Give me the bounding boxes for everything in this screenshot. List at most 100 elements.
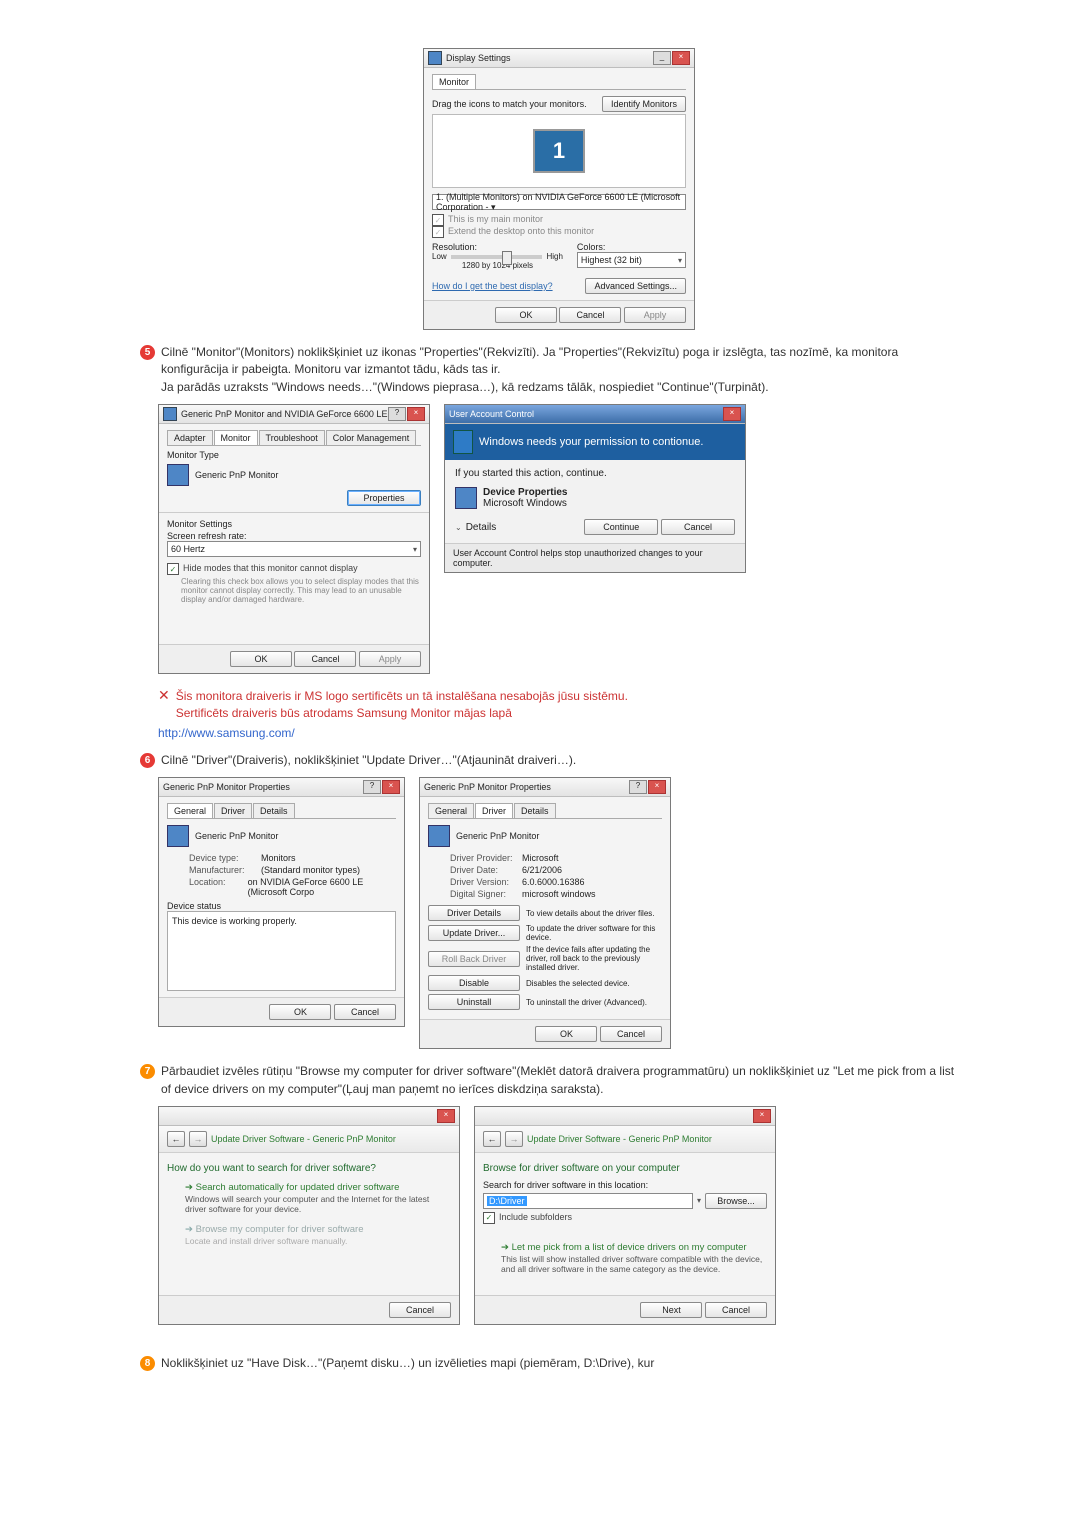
tab-color[interactable]: Color Management [326,430,417,445]
step-8: 8 Noklikšķiniet uz "Have Disk…"(Paņemt d… [140,1355,960,1372]
forward-button: → [505,1131,523,1147]
back-button[interactable]: ← [483,1131,501,1147]
resolution-slider[interactable] [451,255,543,259]
option-pick-from-list[interactable]: ➔ Let me pick from a list of device driv… [501,1242,763,1274]
display-settings-window: Display Settings _ × Monitor Drag the ic… [423,48,695,330]
close-button[interactable]: × [382,780,400,794]
identify-monitors-button[interactable]: Identify Monitors [602,96,686,112]
chevron-down-icon[interactable]: ▾ [697,1196,701,1205]
tab-general[interactable]: General [428,803,474,818]
shield-icon [453,430,473,454]
ok-button[interactable]: OK [230,651,292,667]
close-button[interactable]: × [723,407,741,421]
ok-button[interactable]: OK [535,1026,597,1042]
uac-publisher: Microsoft Windows [483,498,568,509]
wizard-heading: Browse for driver software on your compu… [483,1163,767,1174]
monitor-settings-label: Monitor Settings [167,519,421,529]
step-7: 7 Pārbaudiet izvēles rūtiņu "Browse my c… [140,1063,960,1098]
driver-details-button[interactable]: Driver Details [428,905,520,921]
uac-program: Device Properties [483,487,568,498]
step-8-text: Noklikšķiniet uz "Have Disk…"(Paņemt dis… [161,1355,654,1372]
colors-label: Colors: [577,242,686,252]
device-driver-window: Generic PnP Monitor Properties ?× Genera… [419,777,671,1049]
close-button[interactable]: × [753,1109,771,1123]
close-button[interactable]: × [437,1109,455,1123]
update-driver-button[interactable]: Update Driver... [428,925,520,941]
window-title: Generic PnP Monitor Properties [424,782,629,792]
cancel-button[interactable]: Cancel [294,651,356,667]
resolution-value: 1280 by 1024 pixels [432,261,563,270]
cancel-button[interactable]: Cancel [334,1004,396,1020]
cancel-button[interactable]: Cancel [559,307,621,323]
device-general-window: Generic PnP Monitor Properties ?× Genera… [158,777,405,1027]
bullet-7-icon: 7 [140,1064,155,1079]
tab-general[interactable]: General [167,803,213,818]
include-subfolders-checkbox[interactable]: ✓ [483,1212,495,1224]
monitor-select[interactable]: 1. (Multiple Monitors) on NVIDIA GeForce… [432,194,686,210]
uac-footer: User Account Control helps stop unauthor… [445,543,745,572]
option-browse[interactable]: ➔ Browse my computer for driver software… [185,1224,447,1246]
monitor-name: Generic PnP Monitor [195,470,278,480]
help-button[interactable]: ? [388,407,406,421]
uac-started-text: If you started this action, continue. [455,468,735,479]
breadcrumb: Update Driver Software - Generic PnP Mon… [211,1134,396,1144]
tab-monitor[interactable]: Monitor [214,430,258,445]
bullet-8-icon: 8 [140,1356,155,1371]
tab-details[interactable]: Details [514,803,556,818]
tab-driver[interactable]: Driver [214,803,252,818]
properties-button[interactable]: Properties [347,490,421,506]
option-auto-search[interactable]: ➔ Search automatically for updated drive… [185,1182,447,1214]
ok-button[interactable]: OK [269,1004,331,1020]
cancel-button[interactable]: Cancel [705,1302,767,1318]
tab-adapter[interactable]: Adapter [167,430,213,445]
refresh-rate-label: Screen refresh rate: [167,531,421,541]
details-toggle[interactable]: Details [466,522,497,533]
drag-instruction: Drag the icons to match your monitors. [432,99,587,109]
browse-button[interactable]: Browse... [705,1193,767,1209]
wizard-question: How do you want to search for driver sof… [167,1163,451,1174]
colors-select[interactable]: Highest (32 bit)▾ [577,252,686,268]
next-button[interactable]: Next [640,1302,702,1318]
tab-details[interactable]: Details [253,803,295,818]
step-6-text: Cilnē "Driver"(Draiveris), noklikšķiniet… [161,752,576,769]
device-name: Generic PnP Monitor [195,831,278,841]
monitor-1-icon[interactable]: 1 [533,129,585,173]
cancel-button[interactable]: Cancel [661,519,735,535]
advanced-settings-button[interactable]: Advanced Settings... [585,278,686,294]
device-status-box: This device is working properly. [167,911,396,991]
help-link[interactable]: How do I get the best display? [432,281,553,291]
forward-button: → [189,1131,207,1147]
bullet-6-icon: 6 [140,753,155,768]
step-5: 5 Cilnē "Monitor"(Monitors) noklikšķinie… [140,344,960,396]
samsung-link[interactable]: http://www.samsung.com/ [158,726,960,740]
monitor-icon [428,825,450,847]
close-button[interactable]: × [407,407,425,421]
path-input[interactable]: D:\Driver [483,1193,693,1209]
location-label: Search for driver software in this locat… [483,1180,767,1190]
tab-troubleshoot[interactable]: Troubleshoot [259,430,325,445]
chevron-down-icon[interactable]: ⌄ [455,523,462,532]
cancel-button[interactable]: Cancel [600,1026,662,1042]
hide-modes-checkbox[interactable]: ✓ [167,563,179,575]
tab-driver[interactable]: Driver [475,803,513,818]
minimize-button[interactable]: _ [653,51,671,65]
uac-window: User Account Control × Windows needs you… [444,404,746,573]
disable-button[interactable]: Disable [428,975,520,991]
window-icon [428,51,442,65]
update-wizard-browse-window: × ← → Update Driver Software - Generic P… [474,1106,776,1325]
window-icon [163,407,177,421]
close-button[interactable]: × [672,51,690,65]
step-6: 6 Cilnē "Driver"(Draiveris), noklikšķini… [140,752,960,769]
tab-monitor[interactable]: Monitor [432,74,476,89]
refresh-rate-select[interactable]: 60 Hertz▾ [167,541,421,557]
monitor-type-label: Monitor Type [167,450,421,460]
apply-button: Apply [359,651,421,667]
back-button[interactable]: ← [167,1131,185,1147]
cancel-button[interactable]: Cancel [389,1302,451,1318]
ok-button[interactable]: OK [495,307,557,323]
device-name: Generic PnP Monitor [456,831,539,841]
continue-button[interactable]: Continue [584,519,658,535]
close-button[interactable]: × [648,780,666,794]
uninstall-button[interactable]: Uninstall [428,994,520,1010]
step-7-text: Pārbaudiet izvēles rūtiņu "Browse my com… [161,1063,960,1098]
